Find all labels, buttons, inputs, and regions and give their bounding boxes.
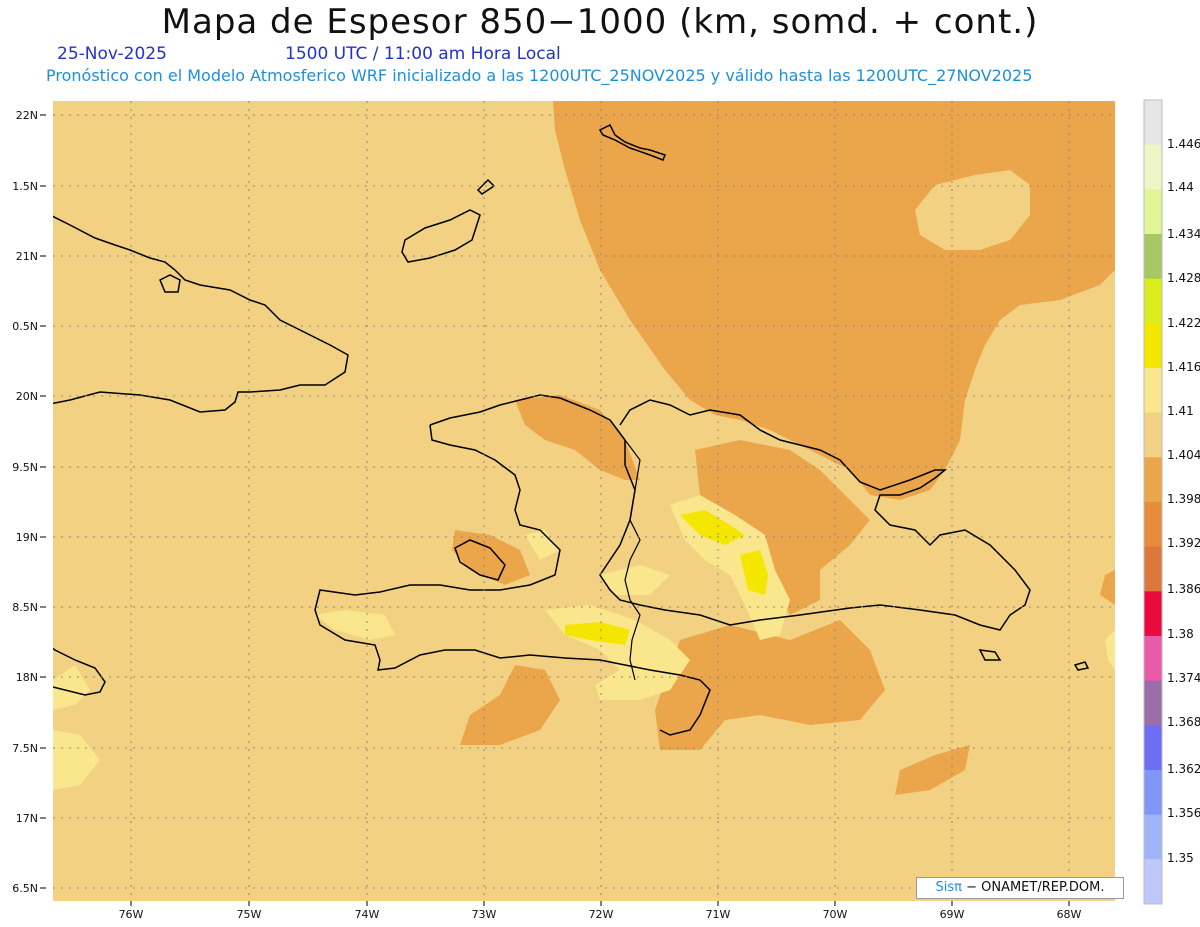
colorbar-label: 1.38 — [1167, 627, 1194, 641]
colorbar-label: 1.392 — [1167, 536, 1200, 550]
colorbar-segment — [1144, 546, 1162, 592]
colorbar-segment — [1144, 189, 1162, 235]
lat-label: 1.5N — [12, 180, 38, 193]
thickness-field — [53, 101, 1115, 901]
lat-label: 7.5N — [12, 742, 38, 755]
colorbar-label: 1.416 — [1167, 360, 1200, 374]
colorbar-segment — [1144, 859, 1162, 905]
colorbar-segment — [1144, 591, 1162, 637]
lat-label: 18N — [16, 671, 38, 684]
lat-label: 22N — [16, 109, 38, 122]
colorbar-segment — [1144, 636, 1162, 682]
lon-labels: 76W 75W 74W 73W 72W 71W 70W 69W 68W — [119, 908, 1082, 921]
lon-label: 73W — [472, 908, 497, 921]
lon-label: 75W — [237, 908, 262, 921]
lon-label: 76W — [119, 908, 144, 921]
lon-label: 70W — [823, 908, 848, 921]
colorbar-label: 1.35 — [1167, 851, 1194, 865]
map-figure: 22N 1.5N 21N 0.5N 20N 9.5N 19N 8.5N 18N … — [1, 99, 1200, 921]
lat-label: 19N — [16, 531, 38, 544]
colorbar-segment — [1144, 457, 1162, 503]
colorbar-labels: 1.446 1.44 1.434 1.428 1.422 1.416 1.41 … — [1167, 137, 1200, 865]
credit-label: − ONAMET/REP.DOM. — [961, 880, 1105, 895]
credit-box: Sisπ − ONAMET/REP.DOM. — [916, 877, 1124, 899]
lat-label: 21N — [16, 250, 38, 263]
lon-label: 72W — [589, 908, 614, 921]
colorbar-segment — [1144, 770, 1162, 816]
lat-label: 17N — [16, 812, 38, 825]
colorbar-segment — [1144, 100, 1162, 146]
colorbar-segment — [1144, 502, 1162, 548]
colorbar-label: 1.446 — [1167, 137, 1200, 151]
colorbar-segment — [1144, 725, 1162, 771]
colorbar-segment — [1144, 814, 1162, 860]
colorbar-segment — [1144, 234, 1162, 280]
colorbar-label: 1.386 — [1167, 582, 1200, 596]
lat-label: 0.5N — [12, 320, 38, 333]
lat-label: 9.5N — [12, 461, 38, 474]
lat-label: 6.5N — [12, 882, 38, 895]
colorbar-segment — [1144, 278, 1162, 324]
colorbar-label: 1.434 — [1167, 227, 1200, 241]
colorbar-segment — [1144, 144, 1162, 190]
colorbar-label: 1.404 — [1167, 448, 1200, 462]
colorbar-segment — [1144, 412, 1162, 458]
lon-label: 69W — [940, 908, 965, 921]
lat-label: 20N — [16, 390, 38, 403]
colorbar — [1143, 99, 1163, 905]
colorbar-segment — [1144, 680, 1162, 726]
lon-label: 68W — [1057, 908, 1082, 921]
colorbar-label: 1.374 — [1167, 671, 1200, 685]
colorbar-label: 1.398 — [1167, 492, 1200, 506]
lat-label: 8.5N — [12, 601, 38, 614]
colorbar-segment — [1144, 323, 1162, 369]
colorbar-label: 1.356 — [1167, 806, 1200, 820]
colorbar-label: 1.362 — [1167, 762, 1200, 776]
colorbar-label: 1.368 — [1167, 715, 1200, 729]
colorbar-label: 1.41 — [1167, 404, 1194, 418]
colorbar-segment — [1144, 368, 1162, 414]
lon-label: 71W — [706, 908, 731, 921]
lon-label: 74W — [355, 908, 380, 921]
brand-label: Sisπ — [935, 880, 962, 895]
colorbar-label: 1.422 — [1167, 316, 1200, 330]
colorbar-label: 1.44 — [1167, 180, 1194, 194]
colorbar-label: 1.428 — [1167, 271, 1200, 285]
